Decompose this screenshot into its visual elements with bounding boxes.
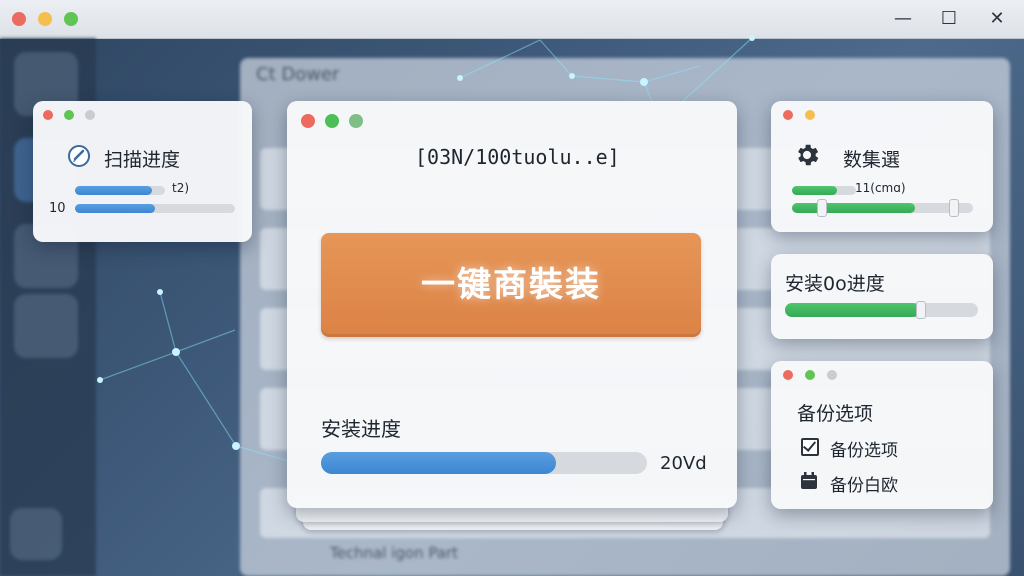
install-progress-card-title: 安装0o进度	[785, 273, 885, 295]
checkmark-icon	[802, 438, 817, 452]
data-progress-value: 11(cmɑ)	[855, 181, 906, 195]
install-progress-slider-thumb[interactable]	[916, 301, 927, 319]
card-close-dot[interactable]	[783, 110, 793, 120]
data-progress-fill-top	[792, 186, 837, 195]
scan-progress-card: 扫描进度 t2) 10	[33, 101, 252, 242]
backup-option-checkbox-1[interactable]	[801, 438, 819, 456]
zoom-traffic-light[interactable]	[64, 12, 78, 26]
card-dot[interactable]	[349, 114, 363, 128]
data-card-title: 数集選	[843, 149, 901, 171]
slider-thumb-left[interactable]	[817, 199, 827, 217]
grid-icon	[10, 508, 62, 560]
scan-progress-fill-bottom	[75, 204, 155, 213]
installer-card: [03N/100tuolu..e] 一键商裝装 安装进度 20Vd	[287, 101, 737, 508]
card-close-dot[interactable]	[43, 110, 53, 120]
background-footer-text: Technal igon Part	[330, 544, 458, 562]
card-zoom-dot[interactable]	[64, 110, 74, 120]
card-close-dot[interactable]	[301, 114, 315, 128]
main-window: — ☐ ✕ Ct Dower Technal igon Part 扫描进度 t2…	[0, 0, 1024, 576]
calendar-icon[interactable]	[800, 472, 818, 490]
scan-card-title: 扫描进度	[104, 149, 181, 171]
maximize-button[interactable]: ☐	[932, 4, 966, 34]
backup-option-label-2: 备份白欧	[830, 476, 898, 496]
install-progress-fill	[321, 452, 556, 474]
install-progress-bar	[321, 452, 647, 474]
gear-icon	[798, 144, 819, 166]
scan-progress-fill-top	[75, 186, 152, 195]
data-range-slider[interactable]	[792, 199, 973, 217]
card-zoom-dot[interactable]	[325, 114, 339, 128]
backup-options-card: 备份选项 备份选项 备份白欧	[771, 361, 993, 509]
card-dot[interactable]	[827, 370, 837, 380]
card-dot[interactable]	[85, 110, 95, 120]
installer-header-text: [03N/100tuolu..e]	[415, 145, 620, 169]
scan-progress-value-top: t2)	[172, 181, 190, 195]
install-progress-slider[interactable]	[785, 301, 978, 319]
scan-progress-value-left: 10	[49, 201, 66, 216]
card-close-dot[interactable]	[783, 370, 793, 380]
backup-card-title: 备份选项	[797, 403, 874, 425]
broom-scan-icon	[68, 145, 90, 167]
install-progress-slider-fill	[785, 303, 921, 317]
install-progress-label: 安装进度	[321, 417, 401, 441]
close-traffic-light[interactable]	[12, 12, 26, 26]
data-selection-card: 数集選 11(cmɑ)	[771, 101, 993, 232]
data-progress-bar-top	[792, 186, 856, 195]
close-button[interactable]: ✕	[980, 4, 1014, 34]
minimize-button[interactable]: —	[886, 4, 920, 34]
minimize-traffic-light[interactable]	[38, 12, 52, 26]
data-range-fill	[792, 203, 916, 213]
title-bar: — ☐ ✕	[0, 0, 1024, 39]
slider-thumb-right[interactable]	[949, 199, 959, 217]
install-progress-value: 20Vd	[660, 453, 707, 474]
backup-option-label-1: 备份选项	[830, 441, 898, 461]
scan-progress-bar-top	[75, 186, 165, 195]
install-progress-card: 安装0o进度	[771, 254, 993, 339]
card-minimize-dot[interactable]	[805, 110, 815, 120]
background-panel-title: Ct Dower	[256, 64, 340, 85]
card-zoom-dot[interactable]	[805, 370, 815, 380]
scan-progress-bar-bottom	[75, 204, 235, 213]
one-click-install-button[interactable]: 一键商裝装	[321, 233, 701, 337]
car-icon	[14, 294, 78, 358]
